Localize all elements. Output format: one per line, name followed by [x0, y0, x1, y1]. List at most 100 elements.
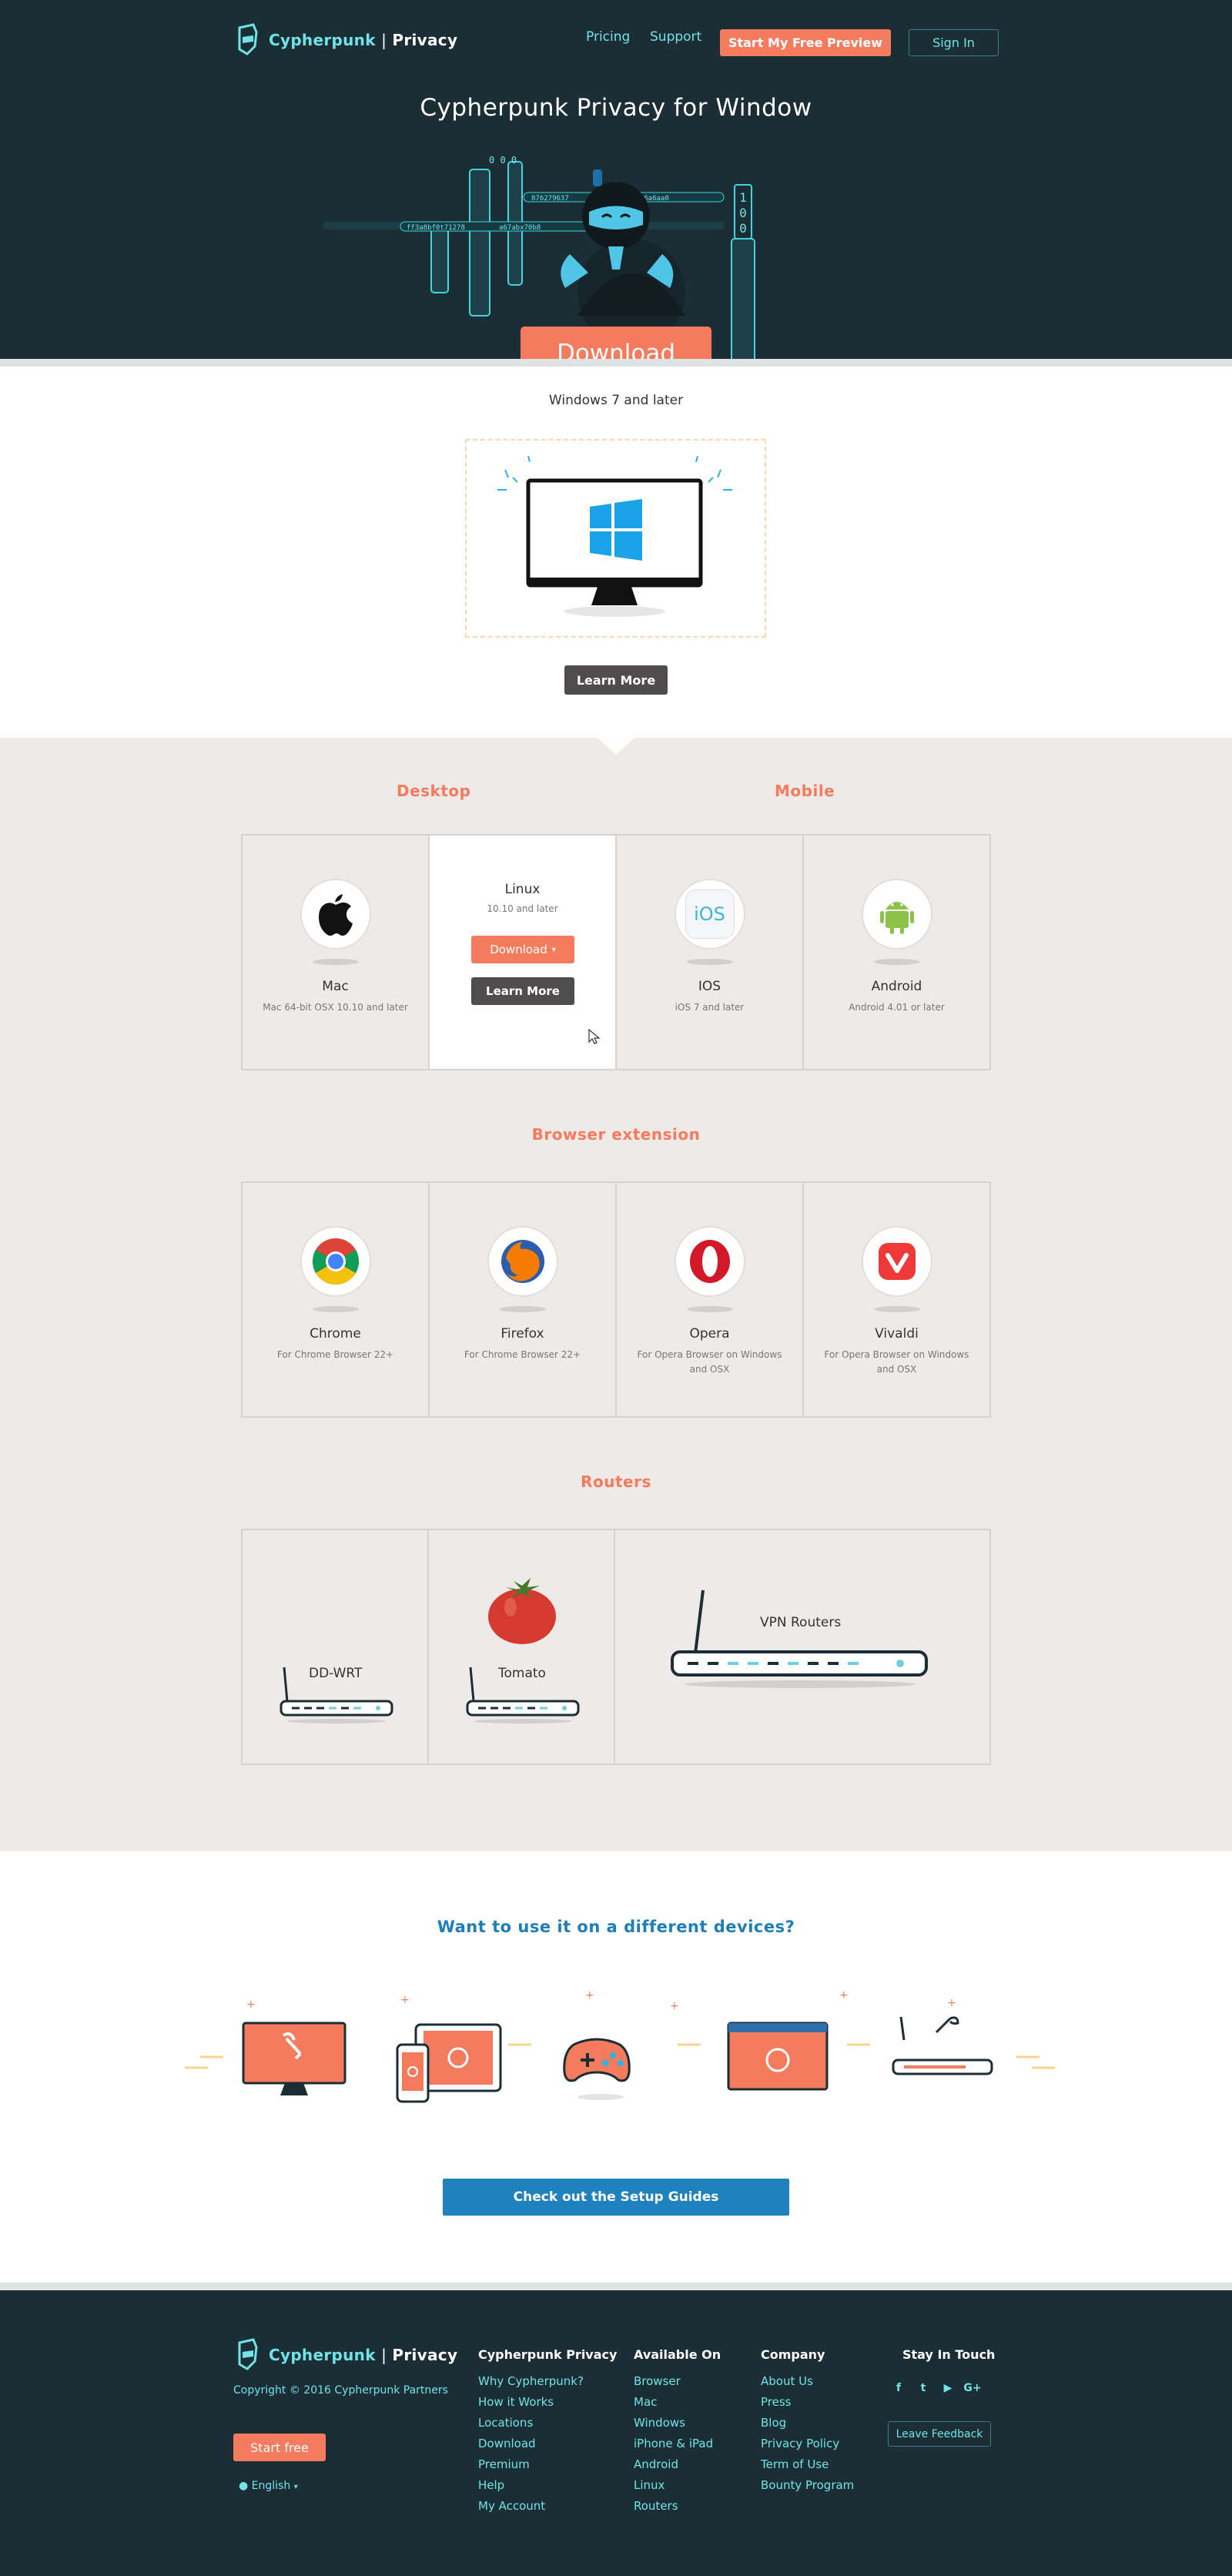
footer-link[interactable]: Download [478, 2434, 617, 2454]
footer-logo-separator: | [381, 2346, 387, 2364]
platform-requirement: Mac 64-bit OSX 10.10 and later [263, 1002, 408, 1013]
footer-logo[interactable]: Cypherpunk | Privacy [233, 2338, 457, 2372]
nav-pricing[interactable]: Pricing [586, 29, 630, 45]
icon-shadow [686, 959, 733, 965]
google-plus-icon[interactable]: G+ [963, 2380, 981, 2397]
footer-link[interactable]: Linux [634, 2475, 721, 2496]
svg-text:+: + [400, 1994, 410, 2006]
browser-requirement: For Opera Browser on Windows and OSX [637, 1349, 782, 1375]
footer-column-cypherpunk: Cypherpunk Privacy Why Cypherpunk? How i… [478, 2347, 617, 2517]
router-grid: DD-WRT Tomato VPN Routers [241, 1529, 991, 1765]
footer-link[interactable]: Privacy Policy [761, 2434, 854, 2454]
android-icon [861, 879, 932, 950]
platform-card-android[interactable]: Android Android 4.01 or later [804, 836, 989, 1069]
social-links: f t ▶ G+ [890, 2380, 982, 2397]
devices-title: Want to use it on a different devices? [437, 1918, 795, 1936]
icon-shadow [873, 959, 920, 965]
footer-link[interactable]: Blog [761, 2413, 854, 2434]
code-text-4: a67abx70b8 [499, 224, 541, 232]
leave-feedback-button[interactable]: Leave Feedback [888, 2421, 991, 2447]
youtube-icon[interactable]: ▶ [939, 2380, 956, 2397]
platform-name: IOS [698, 979, 721, 994]
start-free-preview-button[interactable]: Start My Free Preview [720, 29, 891, 56]
router-icon [280, 1667, 393, 1723]
footer-link[interactable]: Routers [634, 2496, 721, 2517]
browser-card-opera[interactable]: Opera For Opera Browser on Windows and O… [617, 1183, 804, 1416]
nav-support[interactable]: Support [650, 29, 701, 45]
svg-text:+: + [947, 1997, 956, 2009]
browser-requirement: For Chrome Browser 22+ [276, 1349, 394, 1360]
devices-illustration: + + + + + + [185, 1989, 1055, 2103]
gamepad-icon [563, 2038, 631, 2100]
linux-learn-more-button[interactable]: Learn More [471, 977, 574, 1005]
platform-name: Android [871, 979, 922, 994]
start-free-button[interactable]: Start free [233, 2434, 326, 2461]
browser-card-firefox[interactable]: Firefox For Chrome Browser 22+ [430, 1183, 617, 1416]
router-wrench-icon [892, 2016, 993, 2075]
router-card-tomato[interactable]: Tomato [429, 1530, 615, 1764]
footer-link[interactable]: Press [761, 2392, 854, 2413]
logo-brand: Cypherpunk [269, 31, 376, 49]
language-selector[interactable]: ● English ▾ [239, 2480, 298, 2492]
code-text-1: 876279637 [531, 195, 569, 203]
logo-mark-icon [238, 23, 258, 55]
footer-link[interactable]: Why Cypherpunk? [478, 2371, 617, 2392]
icon-shadow [312, 1306, 359, 1312]
browser-requirement: For Opera Browser on Windows and OSX [824, 1349, 969, 1375]
footer-link[interactable]: Bounty Program [761, 2475, 854, 2496]
code-text-5: 0 0 0 [489, 155, 517, 166]
mobile-heading: Mobile [775, 782, 835, 800]
platform-card-mac[interactable]: Mac Mac 64-bit OSX 10.10 and later [243, 836, 430, 1069]
logo-separator: | [381, 31, 387, 49]
router-card-ddwrt[interactable]: DD-WRT [243, 1530, 429, 1764]
footer-link[interactable]: Term of Use [761, 2454, 854, 2475]
ios-icon-text: iOS [685, 889, 735, 939]
footer-link[interactable]: How it Works [478, 2392, 617, 2413]
footer-link[interactable]: Browser [634, 2371, 721, 2392]
desktop-heading: Desktop [397, 782, 471, 800]
footer-link[interactable]: Windows [634, 2413, 721, 2434]
browser-grid: Chrome For Chrome Browser 22+ Firefox Fo… [241, 1181, 991, 1418]
linux-download-button[interactable]: Download ▾ [471, 936, 574, 963]
language-label: English [251, 2480, 291, 2492]
setup-guides-button[interactable]: Check out the Setup Guides [443, 2179, 789, 2216]
browser-card-chrome[interactable]: Chrome For Chrome Browser 22+ [243, 1183, 430, 1416]
footer-link[interactable]: Mac [634, 2392, 721, 2413]
browser-name: Opera [689, 1326, 730, 1342]
svg-text:+: + [670, 2000, 679, 2012]
sign-in-button[interactable]: Sign In [909, 29, 999, 56]
facebook-icon[interactable]: f [890, 2380, 907, 2397]
footer-logo-brand: Cypherpunk [269, 2346, 376, 2364]
footer-divider [0, 2283, 1232, 2290]
binary-digit-2: 0 [739, 206, 747, 220]
hero-section: Cypherpunk | Privacy Pricing Support Sta… [0, 0, 1232, 359]
hero-divider [0, 359, 1232, 367]
browser-card-vivaldi[interactable]: Vivaldi For Opera Browser on Windows and… [804, 1183, 989, 1416]
chrome-icon [300, 1226, 371, 1297]
svg-text:+: + [839, 1989, 849, 2002]
footer-link[interactable]: iPhone & iPad [634, 2434, 721, 2454]
platform-requirement: 10.10 and later [487, 903, 558, 914]
footer-link[interactable]: Android [634, 2454, 721, 2475]
platform-card-ios[interactable]: iOS IOS iOS 7 and later [617, 836, 804, 1069]
windows-illustration-box [465, 439, 766, 638]
footer-link[interactable]: My Account [478, 2496, 617, 2517]
vivaldi-icon [861, 1226, 932, 1297]
browser-name: Vivaldi [875, 1326, 919, 1342]
firefox-icon [487, 1226, 558, 1297]
browser-name: Firefox [500, 1326, 544, 1342]
windows-learn-more-button[interactable]: Learn More [564, 665, 668, 695]
binary-digit-1: 1 [739, 190, 747, 205]
footer-link[interactable]: Locations [478, 2413, 617, 2434]
platform-requirement: iOS 7 and later [675, 1002, 745, 1013]
footer-link[interactable]: Premium [478, 2454, 617, 2475]
windows-requirement: Windows 7 and later [548, 393, 684, 408]
platform-card-linux: Linux 10.10 and later Download ▾ Learn Mo… [430, 836, 617, 1069]
footer-link[interactable]: Help [478, 2475, 617, 2496]
router-card-vpn[interactable]: VPN Routers [615, 1530, 989, 1764]
footer-link[interactable]: About Us [761, 2371, 854, 2392]
footer-column-title: Cypherpunk Privacy [478, 2347, 618, 2362]
logo[interactable]: Cypherpunk | Privacy [233, 23, 457, 57]
tomato-icon [488, 1578, 556, 1644]
twitter-icon[interactable]: t [915, 2380, 932, 2397]
